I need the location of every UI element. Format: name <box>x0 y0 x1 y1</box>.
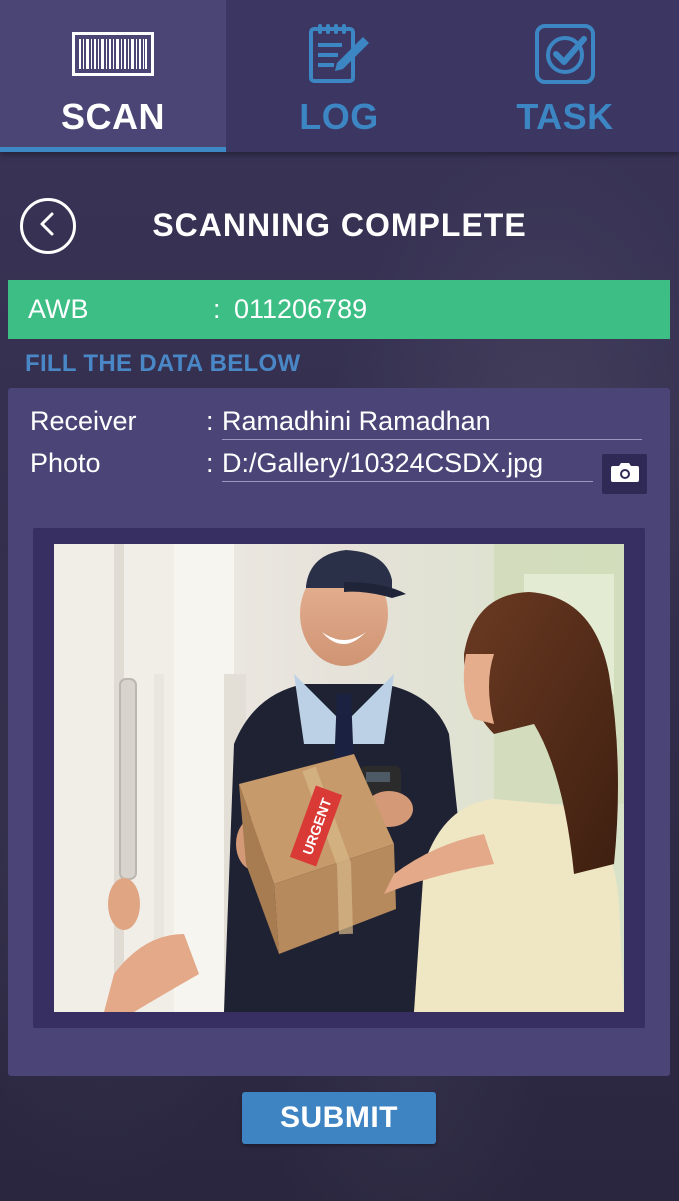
photo-label: Photo <box>30 448 101 478</box>
photo-separator: : <box>206 448 214 478</box>
fill-data-heading: FILL THE DATA BELOW <box>25 350 301 377</box>
tab-task-label: TASK <box>516 96 614 137</box>
camera-icon <box>610 461 640 488</box>
barcode-icon <box>72 24 154 84</box>
awb-separator: : <box>213 294 221 324</box>
checkbox-icon <box>534 24 596 84</box>
page-title: SCANNING COMPLETE <box>152 207 527 243</box>
tab-log[interactable]: LOG <box>226 0 452 152</box>
awb-label: AWB <box>28 294 89 324</box>
receiver-field[interactable]: Ramadhini Ramadhan <box>222 406 642 440</box>
tab-task[interactable]: TASK <box>452 0 678 152</box>
receiver-label: Receiver <box>30 406 137 436</box>
form-card: Receiver : Ramadhini Ramadhan Photo : D:… <box>8 388 670 1076</box>
tab-bar: SCAN LOG TASK <box>0 0 679 152</box>
submit-button[interactable]: SUBMIT <box>242 1092 436 1144</box>
delivery-photo[interactable]: URGENT <box>54 544 624 1012</box>
camera-button[interactable] <box>602 454 647 494</box>
awb-value: 011206789 <box>234 294 368 324</box>
tab-log-label: LOG <box>299 96 379 137</box>
photo-preview-frame: URGENT <box>33 528 645 1028</box>
photo-path-field[interactable]: D:/Gallery/10324CSDX.jpg <box>222 448 593 482</box>
tab-scan-label: SCAN <box>60 96 165 137</box>
awb-bar: AWB : 011206789 <box>8 280 670 339</box>
tab-scan[interactable]: SCAN <box>0 0 226 152</box>
receiver-separator: : <box>206 406 214 436</box>
notepad-pencil-icon <box>307 24 371 84</box>
